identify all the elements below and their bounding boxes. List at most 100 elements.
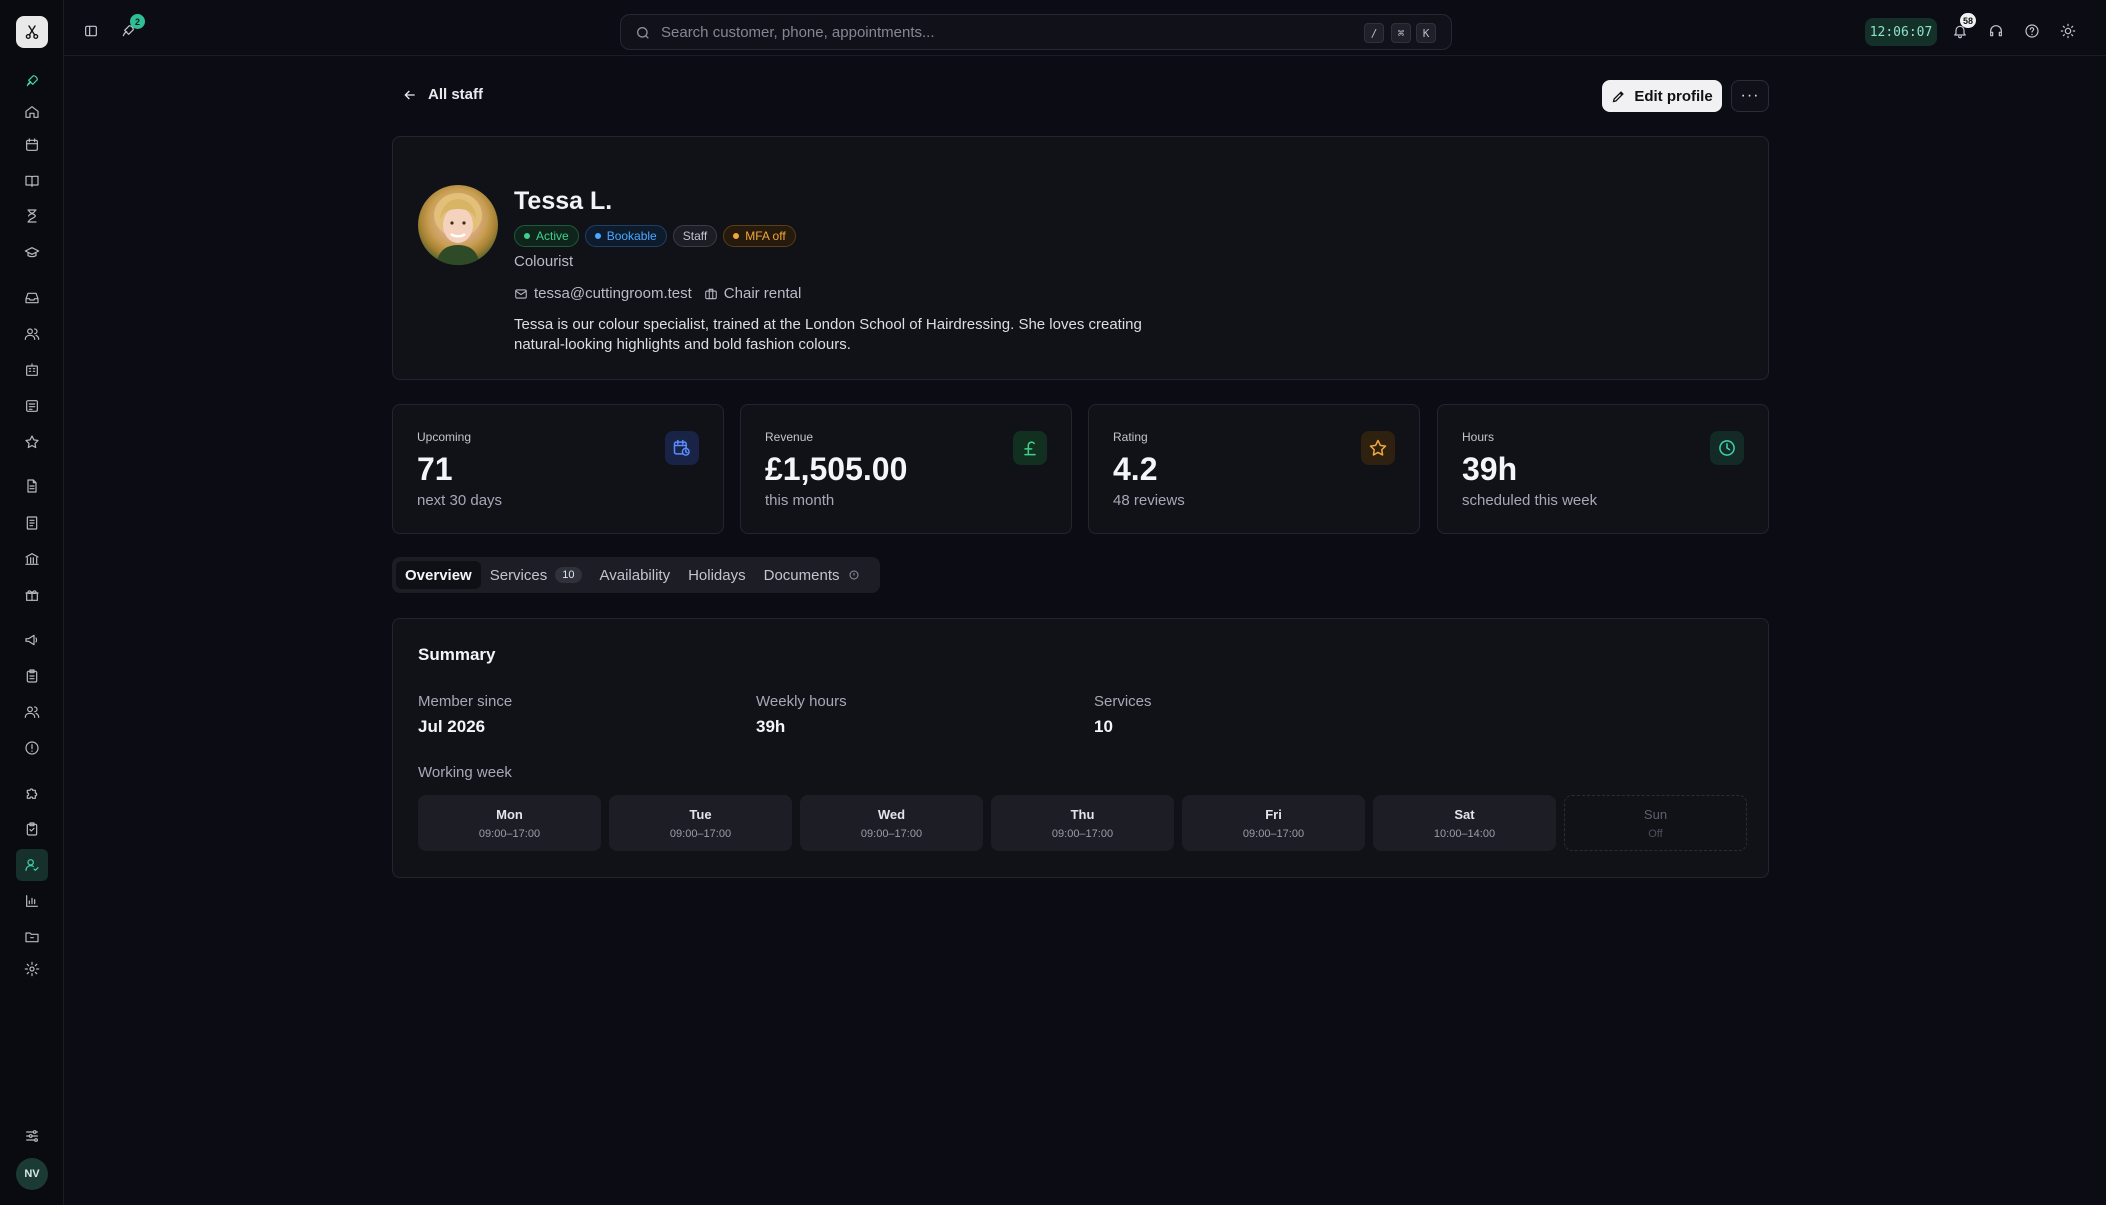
stat-hours: Hours 39h scheduled this week (1437, 404, 1769, 534)
puzzle-icon[interactable] (20, 781, 44, 805)
working-week: Mon 09:00–17:00 Tue 09:00–17:00 Wed 09:00–1… (418, 795, 1747, 851)
clock: 12:06:07 (1865, 18, 1937, 46)
help-icon[interactable] (2020, 19, 2044, 43)
day-thu: Thu 09:00–17:00 (991, 795, 1174, 851)
staff-bio: Tessa is our colour specialist, trained … (514, 316, 1142, 353)
arrow-left-icon (404, 90, 415, 99)
star-icon (1361, 431, 1395, 465)
pencil-icon (1612, 90, 1625, 102)
staff-name: Tessa L. (514, 187, 613, 215)
gift-icon[interactable] (20, 583, 44, 607)
stat-value: 4.2 (1113, 451, 1158, 487)
documents-status-icon (849, 570, 858, 580)
staff-employment: Chair rental (723, 285, 802, 302)
tab-holidays[interactable]: Holidays (679, 561, 755, 589)
services-label: Services (1094, 693, 1152, 710)
status-badge-mfa: MFA off (723, 225, 796, 247)
member-since-label: Member since (418, 693, 513, 710)
kbd-slash: / (1364, 23, 1384, 43)
more-options-button[interactable]: ··· (1731, 80, 1769, 112)
stat-sub: scheduled this week (1462, 492, 1598, 509)
email-item[interactable]: tessa@cuttingroom.test (514, 285, 692, 302)
status-chips: Active Bookable Staff MFA off (514, 225, 796, 247)
rocket-icon[interactable] (20, 69, 44, 93)
status-badge-staff: Staff (672, 225, 718, 247)
kbd-k: K (1416, 23, 1436, 43)
weekly-hours-label: Weekly hours (756, 693, 847, 710)
alert-circle-icon[interactable] (20, 736, 44, 760)
tab-documents[interactable]: Documents (755, 561, 869, 589)
day-sun: Sun Off (1564, 795, 1747, 851)
stat-sub: next 30 days (417, 492, 503, 509)
services-value: 10 (1094, 717, 1113, 736)
calendar-clock-icon (665, 431, 699, 465)
stat-label: Hours (1462, 430, 1495, 444)
day-fri: Fri 09:00–17:00 (1182, 795, 1365, 851)
hourglass-icon[interactable] (20, 204, 44, 228)
star-icon[interactable] (20, 430, 44, 454)
member-since-value: Jul 2026 (418, 717, 486, 736)
sun-icon[interactable] (2056, 19, 2080, 43)
folder-icon[interactable] (20, 925, 44, 949)
sliders-icon[interactable] (20, 1124, 44, 1148)
checklist-icon[interactable] (20, 817, 44, 841)
stat-upcoming: Upcoming 71 next 30 days (392, 404, 724, 534)
kbd-cmd: ⌘ (1391, 23, 1411, 43)
back-label: All staff (428, 86, 484, 103)
bar-chart-icon[interactable] (20, 889, 44, 913)
employment-item: Chair rental (704, 285, 802, 302)
calendar-icon[interactable] (20, 133, 44, 157)
clipboard-icon[interactable] (20, 664, 44, 688)
staff-role: Colourist (514, 253, 574, 270)
team-icon[interactable] (20, 700, 44, 724)
ledger-icon[interactable] (20, 511, 44, 535)
mail-icon (515, 288, 527, 299)
pound-icon (1013, 431, 1047, 465)
staff-photo (418, 185, 498, 265)
working-week-label: Working week (418, 764, 512, 781)
summary-card: Summary Member since Jul 2026 Weekly hou… (392, 618, 1769, 878)
status-badge-active: Active (514, 225, 579, 247)
megaphone-icon[interactable] (20, 628, 44, 652)
tab-availability[interactable]: Availability (591, 561, 680, 589)
scissors-logo[interactable] (16, 16, 48, 48)
bell-badge: 58 (1960, 13, 1977, 28)
stat-label: Revenue (765, 430, 814, 444)
day-wed: Wed 09:00–17:00 (800, 795, 983, 851)
building-icon[interactable] (20, 358, 44, 382)
day-mon: Mon 09:00–17:00 (418, 795, 601, 851)
sidebar-toggle-icon[interactable] (79, 19, 103, 43)
staff-meta: tessa@cuttingroom.test Chair rental (514, 285, 801, 302)
day-sat: Sat 10:00–14:00 (1373, 795, 1556, 851)
document-icon[interactable] (20, 474, 44, 498)
search-bar[interactable]: Search customer, phone, appointments... … (620, 14, 1452, 50)
stat-sub: this month (765, 492, 835, 509)
day-tue: Tue 09:00–17:00 (609, 795, 792, 851)
edit-profile-label: Edit profile (1634, 87, 1713, 105)
stat-rating: Rating 4.2 48 reviews (1088, 404, 1420, 534)
staff-icon[interactable] (16, 849, 48, 881)
users-icon[interactable] (20, 322, 44, 346)
inbox-icon[interactable] (20, 286, 44, 310)
edit-profile-button[interactable]: Edit profile (1602, 80, 1722, 112)
home-icon[interactable] (20, 100, 44, 124)
back-link[interactable]: All staff (402, 86, 483, 103)
weekly-hours-value: 39h (756, 717, 786, 736)
tab-overview[interactable]: Overview (396, 561, 481, 589)
top-bar: 2 Search customer, phone, appointments..… (64, 0, 2106, 56)
summary-title: Summary (418, 645, 496, 664)
notification-badge: 2 (130, 14, 145, 29)
stat-value: £1,505.00 (765, 451, 908, 487)
headset-icon[interactable] (1984, 19, 2008, 43)
sidebar: NV (0, 0, 64, 1205)
stat-value: 71 (417, 451, 453, 487)
graduation-cap-icon[interactable] (20, 241, 44, 265)
book-icon[interactable] (20, 169, 44, 193)
tab-services[interactable]: Services 10 (481, 561, 591, 589)
receipt-icon[interactable] (20, 394, 44, 418)
bank-icon[interactable] (20, 547, 44, 571)
settings-icon[interactable] (20, 957, 44, 981)
profile-tabs: Overview Services 10 Availability Holiday… (392, 557, 880, 593)
user-avatar[interactable]: NV (16, 1158, 48, 1190)
stat-value: 39h (1462, 451, 1518, 487)
